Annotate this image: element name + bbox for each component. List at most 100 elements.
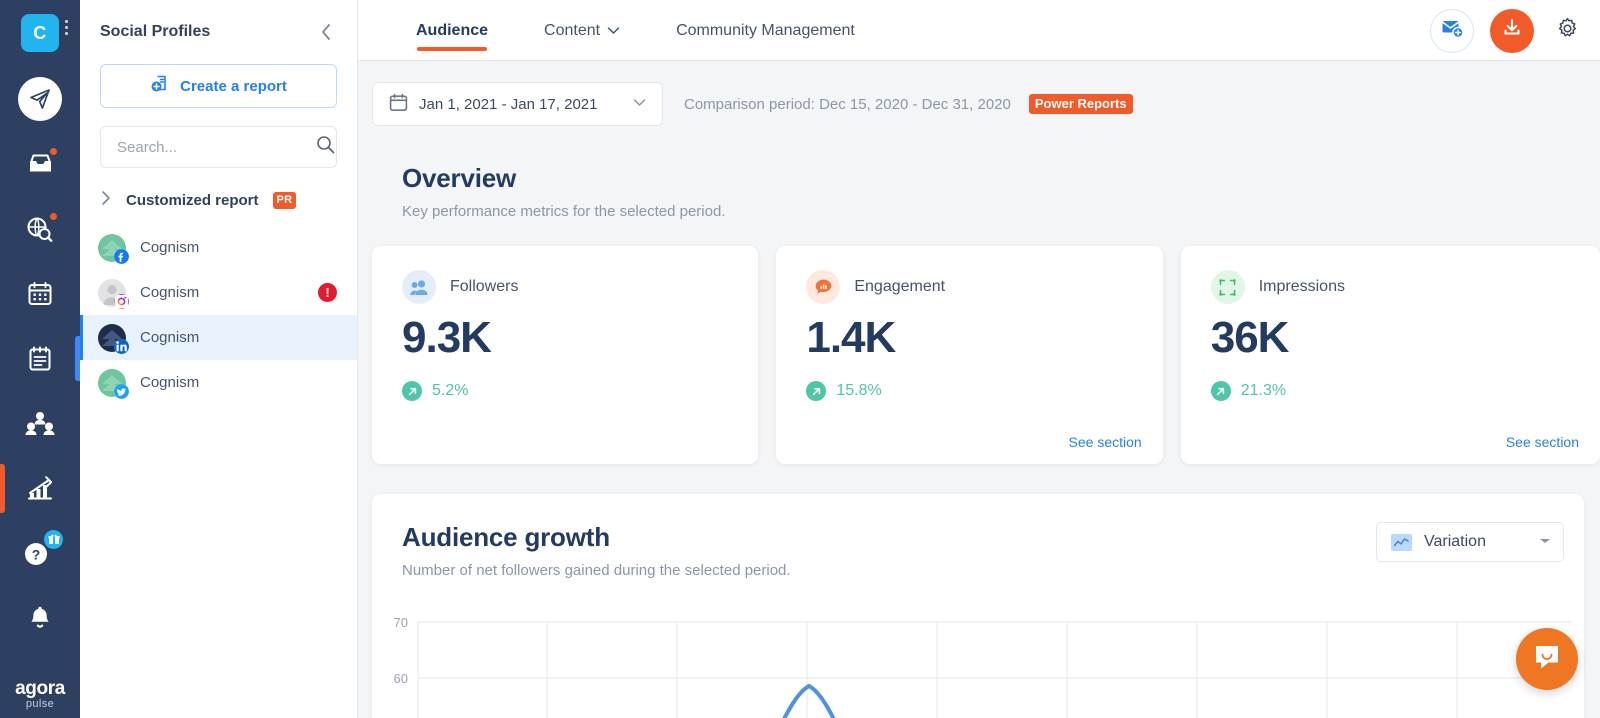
rail-item-calendar[interactable] xyxy=(0,261,80,326)
email-report-button[interactable] xyxy=(1430,9,1474,53)
metric-delta-value: 15.8% xyxy=(836,382,881,400)
profile-row-facebook[interactable]: Cognism xyxy=(80,225,357,270)
rail-item-listening[interactable] xyxy=(0,196,80,261)
logo-line-1: agora xyxy=(0,679,80,698)
tab-content[interactable]: Content xyxy=(544,0,620,61)
bar-chart-up-icon xyxy=(23,472,57,506)
gift-icon xyxy=(44,530,63,549)
comparison-period-text: Comparison period: Dec 15, 2020 - Dec 31… xyxy=(684,96,1011,113)
page-title: Overview xyxy=(402,163,1600,194)
chevron-down-icon xyxy=(1539,537,1551,548)
inbox-unread-badge xyxy=(48,146,59,157)
svg-text:?: ? xyxy=(32,546,41,562)
metric-card-impressions[interactable]: Impressions 36K 21.3% See section xyxy=(1181,246,1600,464)
overview-cards: Followers 9.3K 5.2% xyxy=(372,246,1600,464)
workspace-header: C xyxy=(0,0,80,52)
followers-icon xyxy=(402,270,436,304)
profile-row-linkedin[interactable]: Cognism xyxy=(80,315,357,360)
notepad-icon xyxy=(23,342,57,376)
variation-selector-label: Variation xyxy=(1424,533,1486,551)
tab-community-management[interactable]: Community Management xyxy=(676,0,855,61)
avatar xyxy=(98,324,126,352)
create-report-button[interactable]: Create a report xyxy=(100,64,337,108)
avatar xyxy=(98,369,126,397)
create-report-label: Create a report xyxy=(180,78,287,95)
search-icon[interactable] xyxy=(316,135,335,159)
card-header: Impressions xyxy=(1211,270,1574,304)
chart-svg: 70 60 xyxy=(372,606,1584,718)
filter-row: Jan 1, 2021 - Jan 17, 2021 Comparison pe… xyxy=(358,61,1600,126)
card-header: Followers xyxy=(402,270,732,304)
twitter-icon xyxy=(114,384,129,399)
metric-label: Followers xyxy=(450,278,518,296)
instagram-icon xyxy=(114,294,129,309)
tab-community-management-label: Community Management xyxy=(676,22,855,40)
power-report-badge: PR xyxy=(273,192,297,208)
avatar xyxy=(98,234,126,262)
top-tab-bar: Audience Content Community Management xyxy=(358,0,1600,61)
see-section-link[interactable]: See section xyxy=(1069,434,1142,450)
chevron-left-icon[interactable] xyxy=(317,20,335,44)
tab-audience[interactable]: Audience xyxy=(416,0,488,61)
download-icon xyxy=(1501,17,1523,44)
rail-item-help[interactable]: ? xyxy=(0,521,80,586)
download-button[interactable] xyxy=(1490,9,1534,53)
intercom-chat-button[interactable] xyxy=(1516,628,1578,690)
rail-item-publish[interactable] xyxy=(0,66,80,131)
metric-delta: 21.3% xyxy=(1211,381,1574,401)
search-input[interactable] xyxy=(117,139,316,156)
metric-delta: 5.2% xyxy=(402,381,732,401)
page-subtitle: Key performance metrics for the selected… xyxy=(402,203,1600,220)
tab-audience-label: Audience xyxy=(416,22,488,40)
date-range-selector[interactable]: Jan 1, 2021 - Jan 17, 2021 xyxy=(372,82,663,126)
main-content: Audience Content Community Management xyxy=(358,0,1600,718)
rail-item-reports[interactable] xyxy=(0,456,80,521)
card-header: Engagement xyxy=(806,270,1136,304)
calendar-icon xyxy=(389,93,408,116)
facebook-icon xyxy=(114,249,129,264)
arrow-up-right-icon xyxy=(402,381,422,401)
workspace-avatar[interactable]: C xyxy=(21,14,59,52)
profile-alert-icon[interactable]: ! xyxy=(318,283,337,302)
chevron-down-icon xyxy=(633,98,646,110)
listening-alert-badge xyxy=(48,211,59,222)
agorapulse-logo: agora pulse xyxy=(0,679,80,710)
rail-item-team[interactable] xyxy=(0,391,80,456)
gear-icon xyxy=(1556,17,1579,45)
workspace-menu-icon[interactable] xyxy=(65,20,68,35)
social-profiles-sidebar: Social Profiles Create a report xyxy=(80,0,358,718)
chevron-down-icon xyxy=(607,22,620,40)
report-content: Jan 1, 2021 - Jan 17, 2021 Comparison pe… xyxy=(358,61,1600,718)
arrow-up-right-icon xyxy=(1211,381,1231,401)
top-actions xyxy=(1430,0,1582,61)
chat-bubble-icon xyxy=(1532,642,1562,677)
metric-value: 36K xyxy=(1211,316,1574,360)
rail-item-notifications[interactable] xyxy=(0,586,80,651)
linkedin-icon xyxy=(114,339,129,354)
metric-card-followers[interactable]: Followers 9.3K 5.2% xyxy=(372,246,758,464)
sidebar-title: Social Profiles xyxy=(100,23,210,41)
customized-report-row[interactable]: Customized report PR xyxy=(100,190,337,211)
date-range-value: Jan 1, 2021 - Jan 17, 2021 xyxy=(419,96,597,113)
settings-button[interactable] xyxy=(1552,16,1582,46)
variation-selector[interactable]: Variation xyxy=(1376,522,1564,562)
metric-delta-value: 21.3% xyxy=(1241,382,1286,400)
globe-search-icon xyxy=(23,212,57,246)
see-section-link[interactable]: See section xyxy=(1506,434,1579,450)
question-circle-icon: ? xyxy=(23,537,57,571)
rail-item-inbox[interactable] xyxy=(0,131,80,196)
profile-row-twitter[interactable]: Cognism xyxy=(80,360,357,405)
rail-item-content-library[interactable] xyxy=(0,326,80,391)
profile-search-box[interactable] xyxy=(100,126,337,168)
profile-name: Cognism xyxy=(140,374,337,391)
profile-row-instagram[interactable]: Cognism ! xyxy=(80,270,357,315)
paper-plane-icon xyxy=(18,77,62,121)
chevron-right-icon[interactable] xyxy=(100,190,112,211)
add-report-icon xyxy=(150,74,170,98)
audience-growth-card: Audience growth Number of net followers … xyxy=(372,494,1584,718)
audience-growth-chart: 70 60 xyxy=(372,606,1584,718)
metric-card-engagement[interactable]: Engagement 1.4K 15.8% See section xyxy=(776,246,1162,464)
metric-label: Engagement xyxy=(854,278,945,296)
customized-report-label: Customized report xyxy=(126,192,259,209)
app-root: C xyxy=(0,0,1600,718)
